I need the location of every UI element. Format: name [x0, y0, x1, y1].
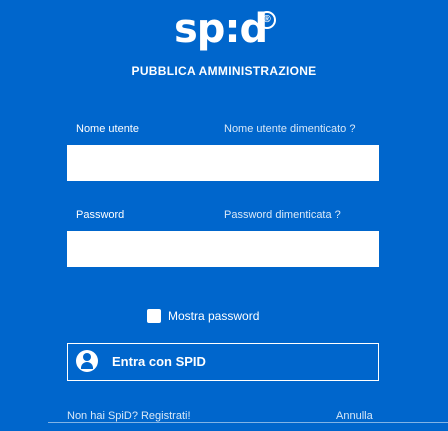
user-icon — [76, 350, 98, 372]
forgot-password-link[interactable]: Password dimenticata ? — [224, 209, 341, 221]
spid-login-button[interactable]: Entra con SPID — [67, 343, 379, 381]
username-row: Nome utente Nome utente dimenticato ? — [0, 120, 448, 138]
show-password-label: Mostra password — [168, 309, 260, 323]
show-password-checkbox[interactable] — [147, 309, 161, 323]
login-page: sp:d ® PUBBLICA AMMINISTRAZIONE Nome ute… — [0, 0, 448, 431]
cancel-link[interactable]: Annulla — [336, 410, 373, 422]
forgot-username-link[interactable]: Nome utente dimenticato ? — [224, 123, 355, 135]
username-label: Nome utente — [76, 123, 139, 135]
spid-button-label: Entra con SPID — [112, 354, 206, 369]
spid-button-body: Entra con SPID — [68, 344, 378, 380]
footer-divider — [48, 422, 448, 423]
password-label: Password — [76, 209, 125, 221]
registered-icon: ® — [258, 11, 276, 29]
password-input[interactable] — [67, 231, 379, 267]
register-link[interactable]: Non hai SpiD? Registrati! — [67, 410, 191, 422]
password-row: Password Password dimenticata ? — [0, 206, 448, 224]
username-input[interactable] — [67, 145, 379, 181]
logo-text: sp:d — [174, 6, 268, 52]
page-subtitle: PUBBLICA AMMINISTRAZIONE — [131, 64, 317, 78]
